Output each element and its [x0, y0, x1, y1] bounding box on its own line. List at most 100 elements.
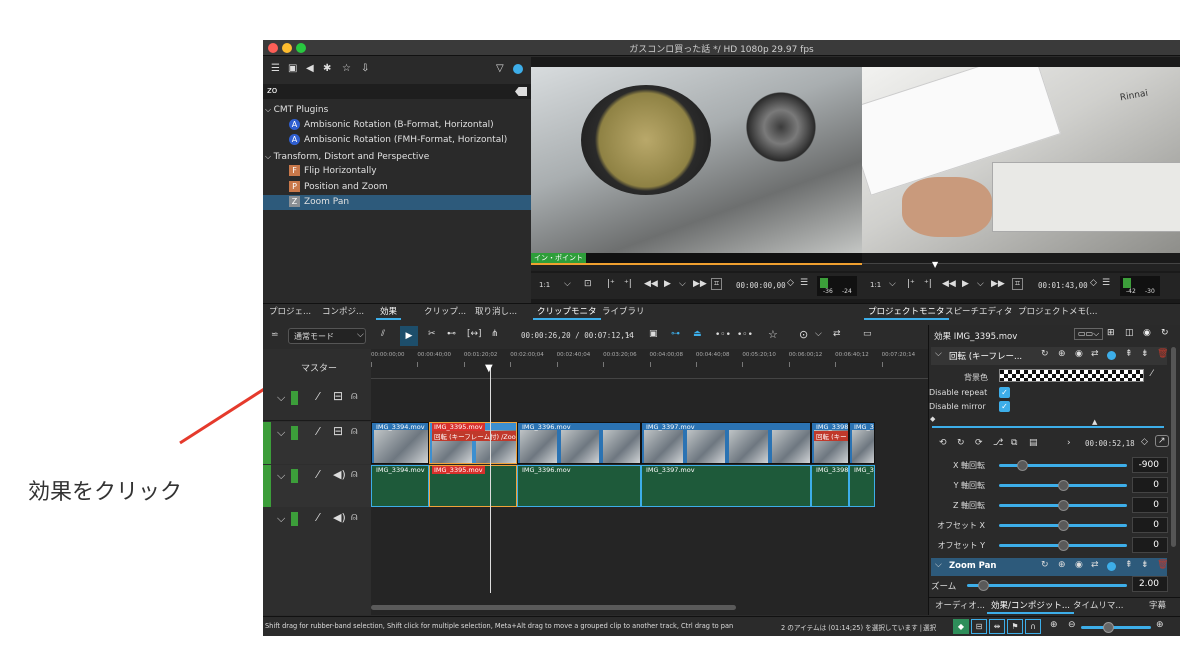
param-slider[interactable] [999, 540, 1127, 551]
video-clip[interactable]: IMG_34 [849, 422, 875, 464]
bg-color-picker[interactable] [999, 369, 1144, 382]
lock-icon[interactable]: ⍝ [351, 467, 358, 481]
timeline-position[interactable]: 00:00:26,20 / 00:07:12,14 [521, 331, 634, 340]
curve-icon[interactable]: ↗ [1155, 435, 1169, 447]
slider-knob[interactable] [1103, 622, 1114, 633]
param-value[interactable]: 0 [1132, 517, 1168, 533]
lock-icon[interactable]: ⍝ [351, 424, 358, 438]
dock-tab[interactable]: プロジェクトモニタ [864, 304, 949, 320]
param-value[interactable]: -900 [1132, 457, 1168, 473]
disable-mirror-checkbox[interactable]: ✓ [999, 401, 1010, 412]
delete-icon[interactable]: 🗑 [1157, 349, 1168, 359]
menu-icon[interactable]: ☰ [800, 278, 808, 288]
extract-icon[interactable]: •◦• [715, 330, 731, 340]
marker-flag-icon[interactable]: ⚑ [1007, 619, 1023, 634]
forward-icon[interactable]: ▶▶ [991, 279, 1005, 289]
dock-tab[interactable]: 取り消し... [471, 304, 521, 320]
track-header-a1[interactable]: ⌵ ⁄ ◀) ⍝ [263, 465, 371, 507]
effect-icon[interactable]: ⁄ [317, 425, 319, 438]
snap-icon[interactable]: ◆ [953, 619, 969, 634]
project-timecode[interactable]: 00:01:43,00 [1038, 281, 1088, 290]
param-slider[interactable] [999, 460, 1127, 471]
info-icon[interactable] [1107, 351, 1116, 360]
zoom-param-value[interactable]: 2.00 [1132, 576, 1168, 592]
param-slider[interactable] [999, 480, 1127, 491]
zoom-param-slider[interactable] [967, 580, 1127, 591]
slider-knob[interactable] [1058, 500, 1069, 511]
tree-item[interactable]: A Ambisonic Rotation (B-Format, Horizonta… [263, 118, 531, 133]
fit-icon[interactable]: ⊡ [584, 279, 592, 289]
project-monitor-ruler[interactable]: ▼ [862, 260, 1180, 271]
timeline-zoom-slider[interactable] [1081, 622, 1151, 633]
speaker-icon[interactable]: ◀) [333, 468, 346, 481]
video-clip[interactable]: IMG_3395.mov 回転 (キーフレーム付) /Zoom [429, 422, 517, 464]
split-audio-icon[interactable]: ⇹ [989, 619, 1005, 634]
slider-knob[interactable] [1058, 540, 1069, 551]
audio-filter-icon[interactable]: ◀ [306, 63, 314, 74]
keyframe-type-icon[interactable]: ⎇ [993, 438, 1003, 448]
custom-filter-icon[interactable]: ✱ [323, 63, 331, 74]
effect-icon[interactable]: ⁄ [317, 468, 319, 481]
dock-tab[interactable]: プロジェ... [265, 304, 315, 320]
audio-clip[interactable]: IMG_3396.mov [517, 465, 641, 507]
audio-clip[interactable]: IMG_3398.r [811, 465, 849, 507]
tree-item[interactable]: F Flip Horizontally [263, 164, 531, 179]
chevron-right-icon[interactable]: › [1067, 438, 1071, 448]
play-icon[interactable]: ▶ [962, 279, 969, 289]
favorite-icon[interactable]: ☆ [342, 63, 351, 74]
mixer-icon[interactable]: ⇄ [833, 329, 841, 339]
dock-tab[interactable]: スピーチエディタ [941, 304, 1016, 320]
keyframe-icon[interactable]: ↻ [1041, 349, 1049, 359]
prev-keyframe-icon[interactable]: ⟲ [939, 438, 947, 448]
lock-icon[interactable]: ⍝ [351, 389, 358, 403]
zoom-icon[interactable]: ⊕ [1058, 560, 1066, 570]
chevron-down-icon[interactable]: ⌵ [265, 152, 274, 161]
insert-icon[interactable]: ⊶ [671, 329, 680, 339]
video-clip[interactable]: IMG_3397.mov [641, 422, 811, 464]
tree-item[interactable]: A Ambisonic Rotation (FMH-Format, Horizon… [263, 133, 531, 148]
menu-icon[interactable]: ☰ [1102, 278, 1110, 288]
video-filter-icon[interactable]: ▣ [288, 63, 297, 74]
dock-tab[interactable]: ライブラリ [598, 304, 649, 320]
safe-zone-icon[interactable]: ⌗ [711, 278, 723, 290]
filter-icon[interactable]: ▽ [496, 63, 504, 74]
multitrack-icon[interactable]: ⫽ [381, 329, 385, 339]
magnet-icon[interactable]: ∩ [1025, 619, 1041, 634]
add-keyframe-icon[interactable]: ↻ [957, 438, 965, 448]
in-point-icon[interactable]: |⁺ [607, 279, 615, 289]
effects-search-input[interactable]: zo [267, 86, 277, 96]
keyframe-timecode[interactable]: 00:00:52,18 [1085, 439, 1135, 448]
visibility-icon[interactable]: ◉ [1075, 560, 1083, 570]
tree-item[interactable]: P Position and Zoom [263, 180, 531, 195]
subtitle-icon[interactable]: ▭ [863, 329, 872, 339]
audio-clip[interactable]: IMG_3395.mov [429, 465, 517, 507]
track-header-v1[interactable]: ⌵ ⁄ ⊟ ⍝ [263, 422, 371, 464]
favorite-icon[interactable]: ☆ [768, 328, 778, 341]
param-value[interactable]: 0 [1132, 497, 1168, 513]
dock-tab[interactable]: 効果 [376, 304, 402, 320]
lock-icon[interactable]: ⍝ [351, 510, 358, 524]
dock-tab[interactable]: コンポジ... [318, 304, 368, 320]
chevron-down-icon[interactable]: ⌵ [357, 330, 364, 340]
param-slider[interactable] [999, 500, 1127, 511]
slider-knob[interactable] [1058, 520, 1069, 531]
move-up-icon[interactable]: ⇞ [1125, 349, 1133, 359]
out-point-icon[interactable]: ⁺| [924, 279, 932, 289]
playhead-marker-icon[interactable]: ▼ [485, 363, 493, 374]
clip-timecode[interactable]: 00:00:00,00 [736, 281, 786, 290]
zoom-out-icon[interactable]: ⊖ [1068, 620, 1076, 630]
audio-clip[interactable]: IMG_3397.mov [641, 465, 811, 507]
adjust-icon[interactable]: ⇄ [1091, 349, 1099, 359]
out-point-icon[interactable]: ⁺| [624, 279, 632, 289]
dock-tab[interactable]: プロジェクトメモ(... [1014, 304, 1101, 320]
ripple-tool-icon[interactable]: [↔] [467, 329, 482, 339]
paste-icon[interactable]: ▤ [1029, 438, 1038, 448]
record-icon[interactable]: ⊙ [799, 328, 808, 341]
info-icon[interactable] [513, 64, 523, 74]
effect-stack-scrollbar[interactable] [1171, 347, 1176, 547]
play-options-icon[interactable]: ⌵ [679, 279, 686, 289]
edit-mode-select[interactable]: 通常モード [288, 328, 366, 344]
move-down-icon[interactable]: ⇟ [1141, 349, 1149, 359]
play-options-icon[interactable]: ⌵ [977, 279, 984, 289]
dock-tab[interactable]: 効果/コンポジット... [987, 598, 1074, 614]
